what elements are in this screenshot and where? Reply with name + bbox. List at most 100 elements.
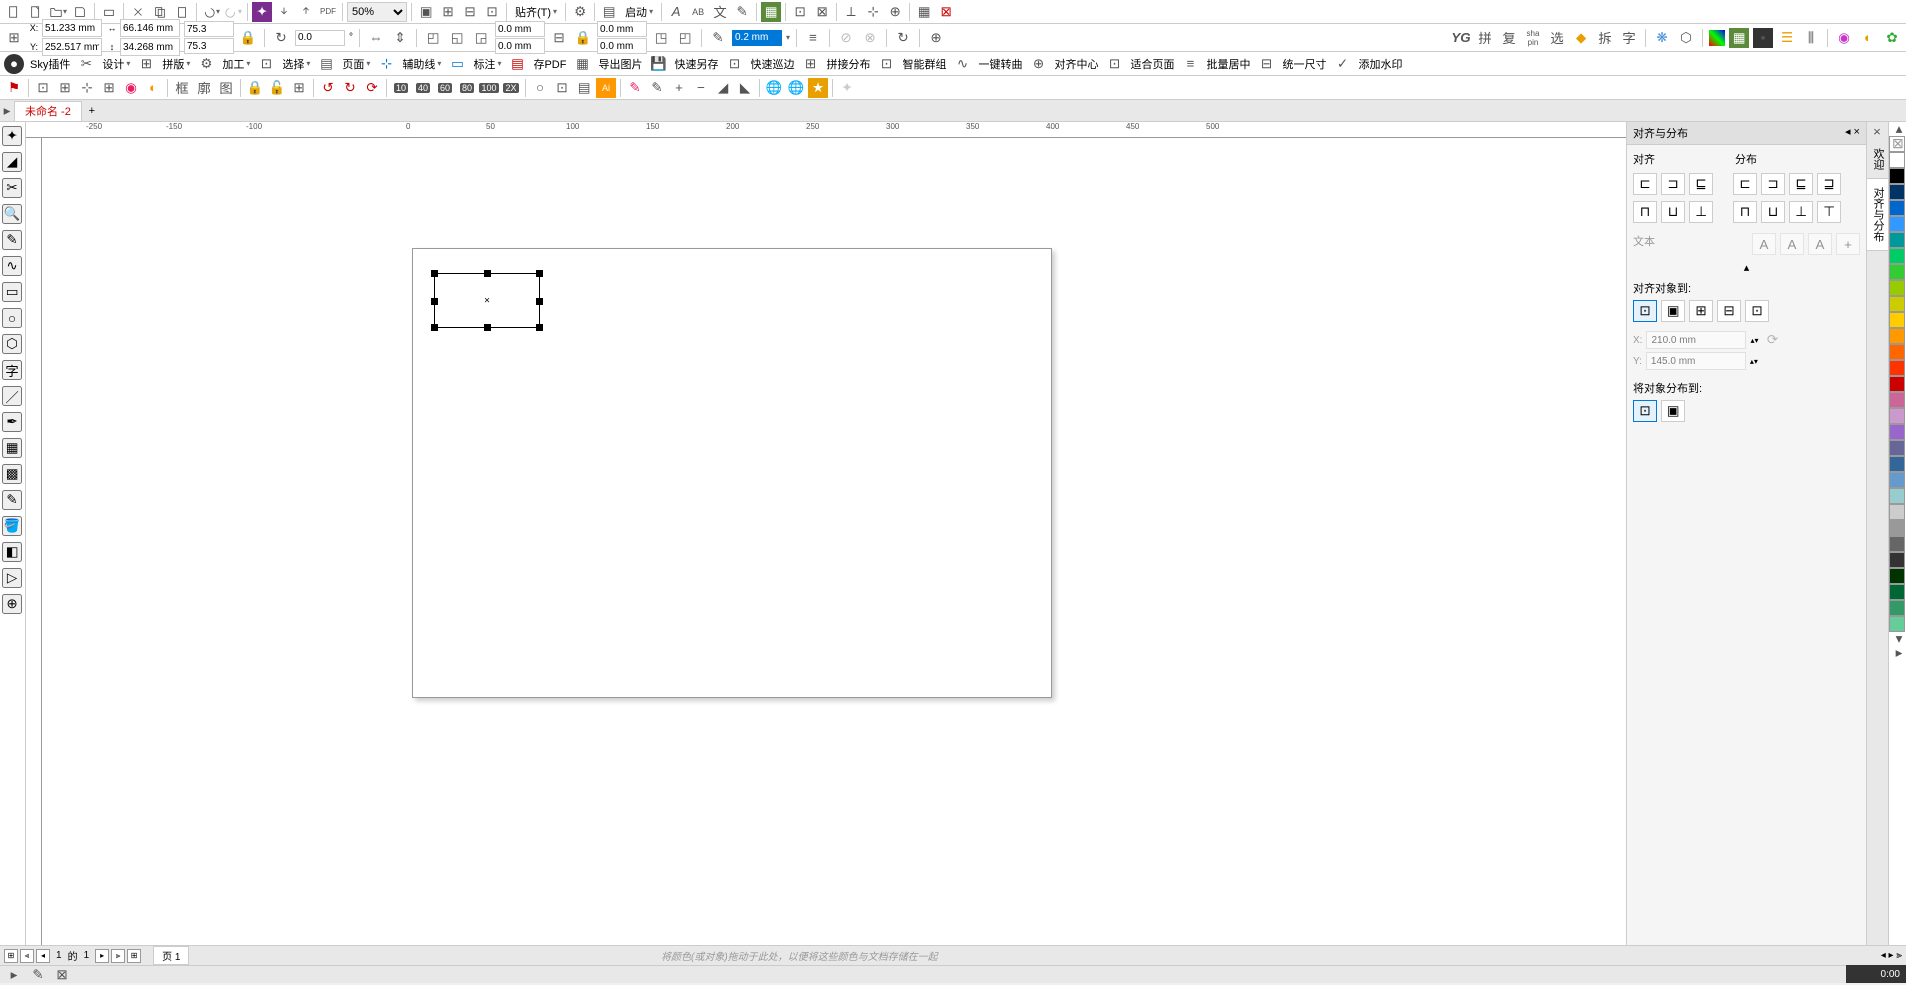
align-center-btn[interactable]: 对齐中心 <box>1050 54 1102 74</box>
color-swatch[interactable] <box>1889 328 1905 344</box>
panel-close-icon[interactable]: ◂ × <box>1845 125 1860 141</box>
ellipse-tool[interactable]: ○ <box>2 308 22 328</box>
align-to-selection-btn[interactable]: ⊡ <box>1633 300 1657 322</box>
flip-v-icon[interactable]: ⇕ <box>390 28 410 48</box>
frame1-icon[interactable]: 框 <box>172 78 192 98</box>
color-swatch[interactable] <box>1889 184 1905 200</box>
dist-space-h-btn[interactable]: ⊑ <box>1789 173 1813 195</box>
color-swatch[interactable] <box>1889 312 1905 328</box>
page-prev-btn[interactable]: ◂ <box>36 949 50 963</box>
pen-status-icon[interactable]: ✎ <box>28 965 48 985</box>
ex4-icon[interactable]: ⊞ <box>99 78 119 98</box>
page-icon[interactable]: ▤ <box>316 54 336 74</box>
dist-center-v-btn[interactable]: ⊔ <box>1761 201 1785 223</box>
table-icon[interactable]: ▦ <box>914 2 934 22</box>
color-swatch[interactable] <box>1889 232 1905 248</box>
align-center-h-btn[interactable]: ⊐ <box>1661 173 1685 195</box>
page-prev2-btn[interactable]: ⫷ <box>20 949 34 963</box>
export-img-btn[interactable]: 导出图片 <box>594 54 646 74</box>
smart-group-btn[interactable]: 智能群组 <box>898 54 950 74</box>
crop2-icon[interactable]: ⊠ <box>812 2 832 22</box>
corner-lock2-icon[interactable]: 🔒 <box>573 28 593 48</box>
welcome-tab[interactable]: 欢迎 <box>1867 140 1888 179</box>
guide-btn[interactable]: 辅助线▾ <box>398 54 445 74</box>
frame3-icon[interactable]: 图 <box>216 78 236 98</box>
palette-down-icon[interactable]: ▾ <box>1889 632 1906 646</box>
sky-icon[interactable]: ● <box>4 54 24 74</box>
more-tool[interactable]: ⊕ <box>2 594 22 614</box>
color-swatch[interactable] <box>1889 360 1905 376</box>
eyedrop-tool[interactable]: ✎ <box>2 490 22 510</box>
num-10-btn[interactable]: 10 <box>391 78 411 98</box>
pattern1-icon[interactable]: ❋ <box>1652 28 1672 48</box>
corner1a-input[interactable] <box>495 21 545 37</box>
rotate-icon[interactable]: ↻ <box>271 28 291 48</box>
align-x-input[interactable] <box>1646 331 1746 349</box>
cursor-status-icon[interactable]: ▸ <box>4 965 24 985</box>
color-swatch[interactable] <box>1889 616 1905 632</box>
eraser-icon[interactable]: ✎ <box>647 78 667 98</box>
color-swatch[interactable] <box>1889 552 1905 568</box>
zoom-select[interactable]: 50% <box>347 2 407 22</box>
fit-page-btn[interactable]: 适合页面 <box>1126 54 1178 74</box>
color-swatch[interactable] <box>1889 152 1905 168</box>
barcode-icon[interactable]: ⫼ <box>1801 28 1821 48</box>
ai-icon[interactable]: Ai <box>596 78 616 98</box>
fx1-icon[interactable]: ◉ <box>1834 28 1854 48</box>
annotate-icon[interactable]: ▭ <box>447 54 467 74</box>
start-menu[interactable]: 启动▾ <box>621 2 657 22</box>
corner-lock-icon[interactable]: ⊟ <box>549 28 569 48</box>
fx2-icon[interactable]: ◐ <box>1858 28 1878 48</box>
plus-icon[interactable]: + <box>669 78 689 98</box>
page-tab[interactable]: 页 1 <box>153 946 189 965</box>
align-y-input[interactable] <box>1646 352 1746 370</box>
dist-to-selection-btn[interactable]: ⊡ <box>1633 400 1657 422</box>
num-60-btn[interactable]: 60 <box>435 78 455 98</box>
align-to-page-btn[interactable]: ▣ <box>1661 300 1685 322</box>
globe1-icon[interactable]: 🌐 <box>764 78 784 98</box>
crop-icon[interactable]: ⊡ <box>790 2 810 22</box>
measure-icon[interactable]: ✎ <box>732 2 752 22</box>
line-tool[interactable]: ／ <box>2 386 22 406</box>
unlock-icon[interactable]: 🔓 <box>267 78 287 98</box>
align-to-point-btn[interactable]: ⊡ <box>1745 300 1769 322</box>
scale-x-input[interactable] <box>184 21 234 37</box>
link2-icon[interactable]: ⊗ <box>860 28 880 48</box>
unify-size-btn[interactable]: 统一尺寸 <box>1278 54 1330 74</box>
grid-icon[interactable]: ⊞ <box>438 2 458 22</box>
grid2-icon[interactable]: ⊟ <box>460 2 480 22</box>
snap-menu[interactable]: 贴齐(T)▾ <box>511 2 561 22</box>
color2-icon[interactable]: ▦ <box>1729 28 1749 48</box>
dist-left-btn[interactable]: ⊏ <box>1733 173 1757 195</box>
circ-icon[interactable]: ○ <box>530 78 550 98</box>
color-swatch[interactable] <box>1889 248 1905 264</box>
color-swatch[interactable] <box>1889 264 1905 280</box>
doc-tab[interactable]: 未命名 -2 <box>14 101 82 121</box>
star-icon[interactable]: ★ <box>808 78 828 98</box>
color-swatch[interactable] <box>1889 376 1905 392</box>
outline-width-input[interactable] <box>732 30 782 46</box>
corner1b-input[interactable] <box>495 38 545 54</box>
palette-more-icon[interactable]: ▸ <box>1889 646 1906 660</box>
link1-icon[interactable]: ⊘ <box>836 28 856 48</box>
pick-tool[interactable]: ✦ <box>2 126 22 146</box>
align-dist-tab[interactable]: 对齐与分布 <box>1867 179 1888 251</box>
text-ab-icon[interactable]: AB <box>688 2 708 22</box>
zi-btn[interactable]: 字 <box>1619 28 1639 48</box>
color-swatch[interactable] <box>1889 408 1905 424</box>
select-icon[interactable]: ⊡ <box>256 54 276 74</box>
import-icon[interactable] <box>274 2 294 22</box>
fit-page-icon[interactable]: ⊡ <box>1104 54 1124 74</box>
batch-center-btn[interactable]: 批量居中 <box>1202 54 1254 74</box>
export-icon[interactable] <box>296 2 316 22</box>
ex5-icon[interactable]: ◉ <box>121 78 141 98</box>
text-a4-btn[interactable]: + <box>1836 233 1860 255</box>
color-swatch[interactable] <box>1889 456 1905 472</box>
color-swatch[interactable] <box>1889 472 1905 488</box>
ex8-icon[interactable]: ⊡ <box>552 78 572 98</box>
design-icon[interactable]: ✂ <box>76 54 96 74</box>
color-swatch[interactable] <box>1889 344 1905 360</box>
text-a2-btn[interactable]: A <box>1780 233 1804 255</box>
dist-to-page-btn[interactable]: ▣ <box>1661 400 1685 422</box>
color-swatch[interactable] <box>1889 392 1905 408</box>
